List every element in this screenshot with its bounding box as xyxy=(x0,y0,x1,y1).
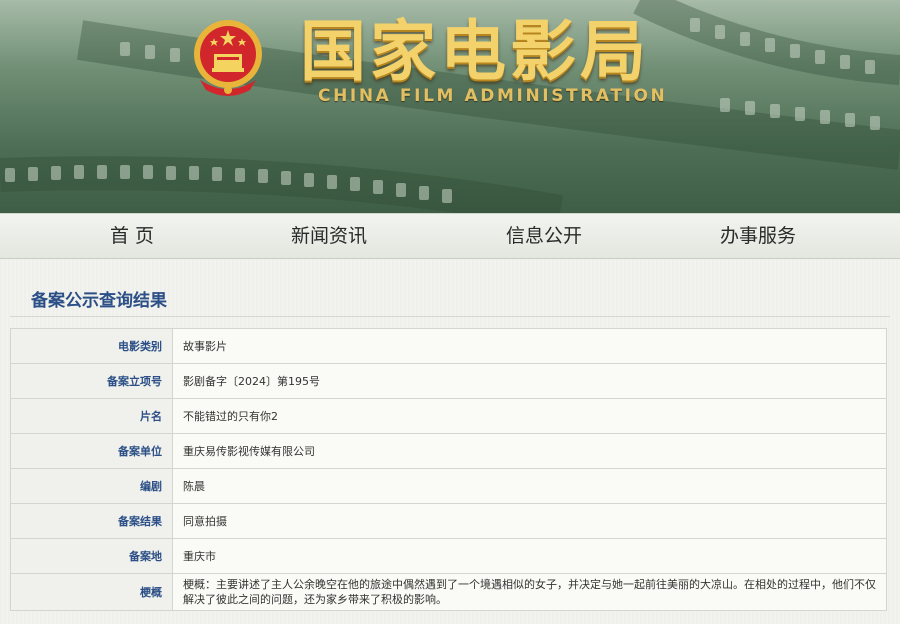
site-banner: 国家电影局 CHINA FILM ADMINISTRATION xyxy=(0,0,900,213)
row-label: 备案立项号 xyxy=(10,363,173,399)
row-label: 备案结果 xyxy=(10,503,173,539)
table-row: 电影类别 故事影片 xyxy=(10,328,887,364)
nav-item-home[interactable]: 首 页 xyxy=(67,214,197,258)
row-value: 不能错过的只有你2 xyxy=(172,398,887,434)
table-row: 片名 不能错过的只有你2 xyxy=(10,398,887,434)
table-row: 梗概 梗概：主要讲述了主人公余晚空在他的旅途中偶然遇到了一个境遇相似的女子，并决… xyxy=(10,573,887,611)
row-value: 重庆易传影视传媒有限公司 xyxy=(172,433,887,469)
record-table: 电影类别 故事影片 备案立项号 影剧备字〔2024〕第195号 片名 不能错过的… xyxy=(10,328,887,611)
row-label: 梗概 xyxy=(10,573,173,611)
row-label: 备案地 xyxy=(10,538,173,574)
title-divider xyxy=(10,316,890,317)
table-row: 备案结果 同意拍摄 xyxy=(10,503,887,539)
nav-item-services[interactable]: 办事服务 xyxy=(693,214,823,258)
national-emblem-icon xyxy=(194,20,262,96)
row-label: 备案单位 xyxy=(10,433,173,469)
nav-item-news[interactable]: 新闻资讯 xyxy=(264,214,394,258)
row-value: 影剧备字〔2024〕第195号 xyxy=(172,363,887,399)
row-value: 重庆市 xyxy=(172,538,887,574)
site-title-cn: 国家电影局 xyxy=(300,13,650,90)
table-row: 备案地 重庆市 xyxy=(10,538,887,574)
table-row: 备案单位 重庆易传影视传媒有限公司 xyxy=(10,433,887,469)
page-title: 备案公示查询结果 xyxy=(31,291,167,311)
site-title-en: CHINA FILM ADMINISTRATION xyxy=(318,86,668,106)
nav-item-info[interactable]: 信息公开 xyxy=(479,214,609,258)
table-row: 备案立项号 影剧备字〔2024〕第195号 xyxy=(10,363,887,399)
row-value: 同意拍摄 xyxy=(172,503,887,539)
main-nav: 首 页 新闻资讯 信息公开 办事服务 xyxy=(0,213,900,259)
row-value: 梗概：主要讲述了主人公余晚空在他的旅途中偶然遇到了一个境遇相似的女子，并决定与她… xyxy=(172,573,887,611)
row-label: 编剧 xyxy=(10,468,173,504)
row-label: 电影类别 xyxy=(10,328,173,364)
row-value: 陈晨 xyxy=(172,468,887,504)
row-label: 片名 xyxy=(10,398,173,434)
table-row: 编剧 陈晨 xyxy=(10,468,887,504)
row-value: 故事影片 xyxy=(172,328,887,364)
